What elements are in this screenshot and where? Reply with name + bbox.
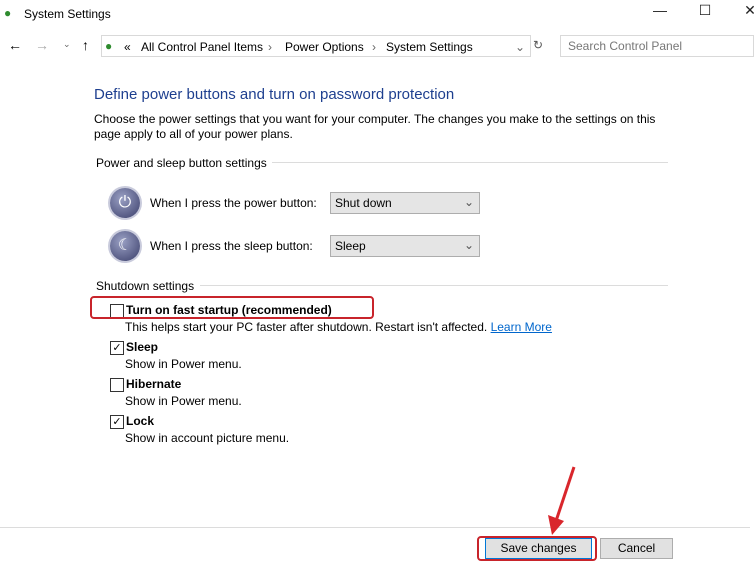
maximize-button[interactable]: ☐ [690,2,720,19]
search-input[interactable]: Search Control Panel [560,35,754,57]
breadcrumb-item[interactable]: Power Options [285,40,364,54]
annotation-arrow [548,466,576,535]
power-button-select[interactable]: Shut down ⌄ [330,192,480,214]
back-icon[interactable]: ← [8,37,22,53]
minimize-button[interactable]: — [645,2,675,18]
breadcrumb-separator-icon: › [268,40,272,54]
recent-chevron-icon[interactable]: ⌄ [63,39,71,50]
window-title: System Settings [24,7,111,21]
overflow-icon[interactable]: « [124,40,131,54]
breadcrumb-item[interactable]: System Settings [386,40,473,54]
lock-label: Lock [126,414,155,428]
section-shutdown-heading: Shutdown settings [96,279,195,293]
dropdown-chevron-icon[interactable]: ⌄ [515,40,525,54]
sleep-button-label: When I press the sleep button: [150,239,313,253]
breadcrumb-separator-icon: › [372,40,376,54]
fast-startup-description: This helps start your PC faster after sh… [125,320,488,334]
lock-description: Show in account picture menu. [125,431,290,445]
address-bar[interactable]: ● « All Control Panel Items › Power Opti… [101,35,531,57]
highlight-box [477,536,597,561]
select-value: Shut down [335,196,392,210]
breadcrumb-item[interactable]: All Control Panel Items [141,40,263,54]
page-description: Choose the power settings that you want … [94,112,656,141]
select-value: Sleep [335,239,366,253]
lock-checkbox[interactable]: ✓ [110,415,124,429]
page-title: Define power buttons and turn on passwor… [94,86,455,103]
sleep-description: Show in Power menu. [125,357,242,371]
section-power-heading: Power and sleep button settings [96,156,267,170]
divider [272,162,668,163]
search-placeholder: Search Control Panel [568,39,683,53]
power-button-label: When I press the power button: [150,196,317,210]
divider [200,285,668,286]
cancel-button[interactable]: Cancel [600,538,673,559]
learn-more-link[interactable]: Learn More [491,320,552,334]
hibernate-description: Show in Power menu. [125,394,242,408]
forward-icon[interactable]: → [35,37,49,53]
close-button[interactable]: ✕ [735,2,754,19]
control-panel-icon: ● [105,39,113,53]
sleep-label: Sleep [126,340,159,354]
sleep-icon: ☾ [110,231,140,261]
hibernate-checkbox[interactable] [110,378,124,392]
chevron-down-icon: ⌄ [463,195,474,209]
sleep-checkbox[interactable]: ✓ [110,341,124,355]
refresh-icon[interactable]: ↻ [533,38,543,52]
up-icon[interactable]: ↑ [82,37,89,53]
power-icon: ⏻ [110,188,140,218]
sleep-button-select[interactable]: Sleep ⌄ [330,235,480,257]
chevron-down-icon: ⌄ [463,238,474,252]
highlight-box [90,296,374,319]
app-icon: ● [4,6,12,20]
hibernate-label: Hibernate [126,377,182,391]
footer-divider [0,527,750,528]
